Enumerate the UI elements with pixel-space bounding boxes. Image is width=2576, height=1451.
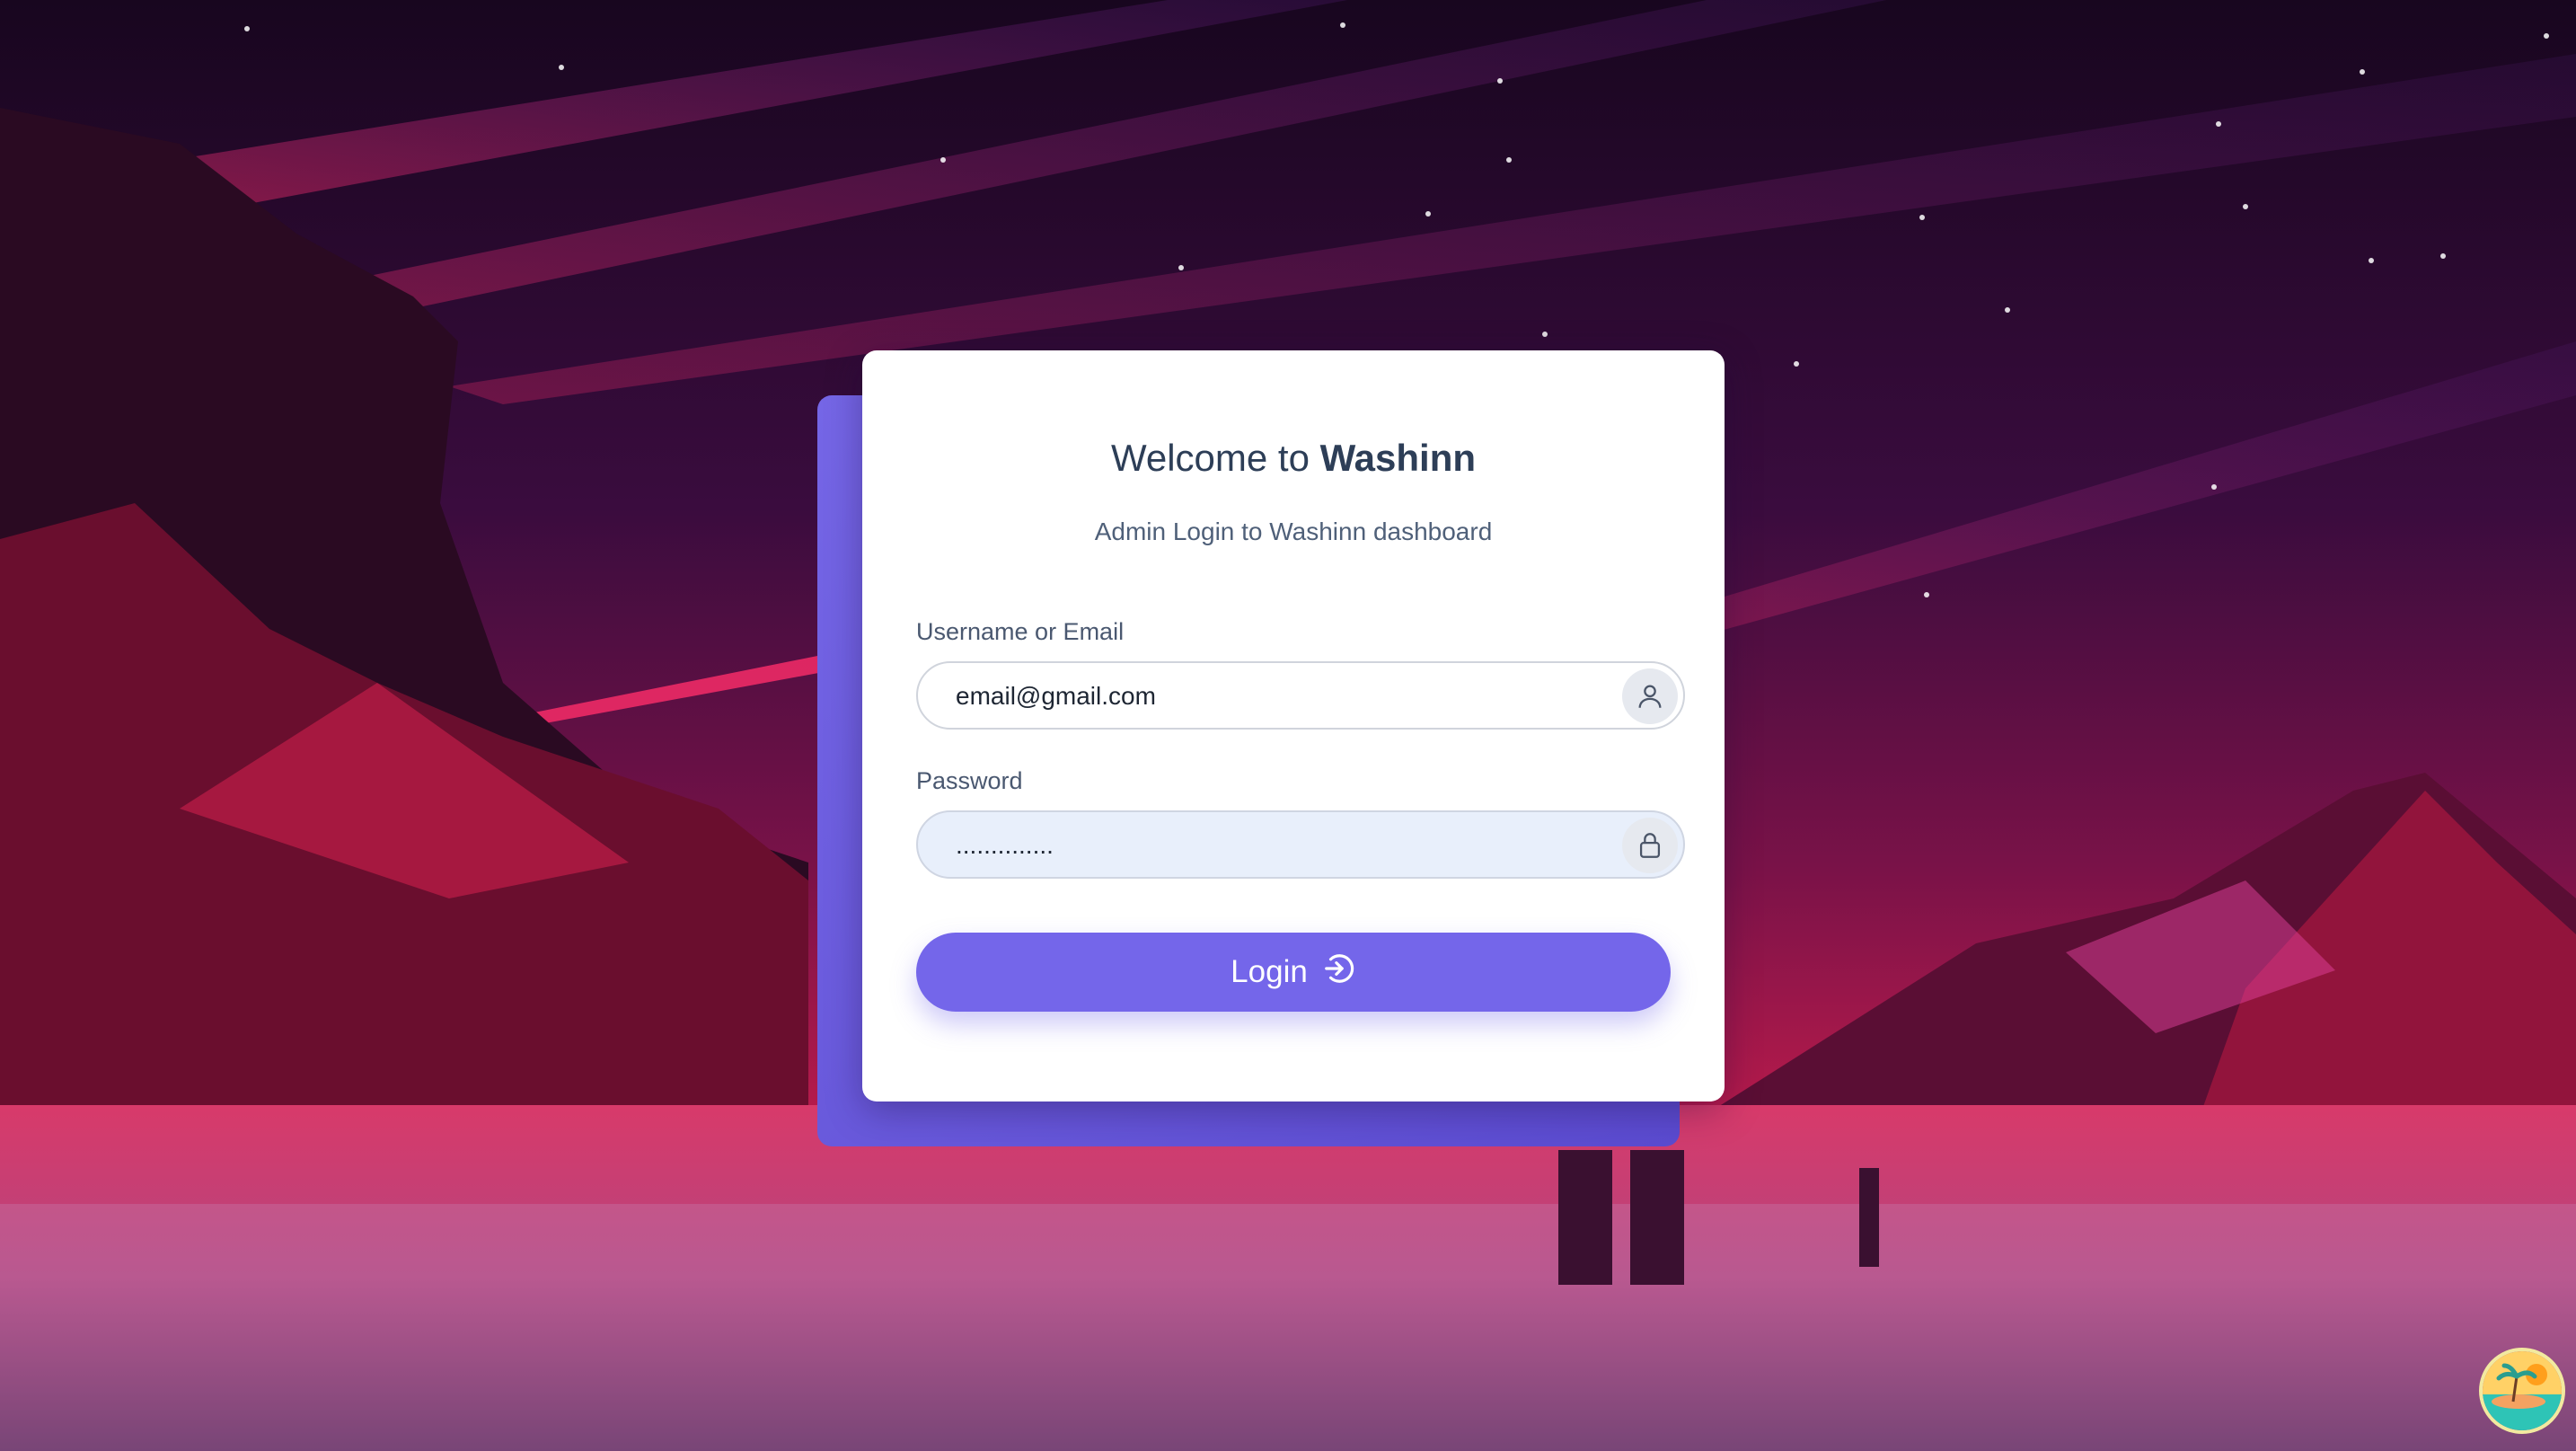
user-icon	[1622, 668, 1678, 724]
brand-name: Washinn	[1319, 437, 1477, 479]
login-button[interactable]: Login	[916, 933, 1671, 1012]
username-input[interactable]	[954, 663, 1586, 730]
login-subtitle: Admin Login to Washinn dashboard	[1094, 518, 1493, 545]
password-field[interactable]	[916, 810, 1685, 879]
beach-island-icon[interactable]	[2479, 1348, 2565, 1434]
login-button-label: Login	[1231, 954, 1308, 989]
password-label: Password	[916, 767, 1023, 794]
welcome-title: Welcome to Washinn	[862, 437, 1725, 480]
lock-icon	[1622, 818, 1678, 873]
login-card: Welcome to Washinn Admin Login to Washin…	[862, 350, 1725, 1102]
password-input[interactable]	[954, 812, 1586, 879]
username-label: Username or Email	[916, 618, 1125, 645]
sign-in-icon	[1322, 951, 1356, 994]
welcome-title-prefix: Welcome to	[1110, 437, 1320, 479]
username-field[interactable]	[916, 661, 1685, 730]
